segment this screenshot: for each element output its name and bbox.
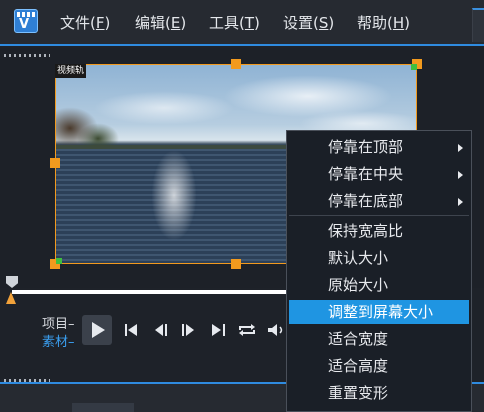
ctx-original-size[interactable]: 原始大小 xyxy=(289,273,469,297)
mode-project-option[interactable]: 项目– xyxy=(42,313,75,332)
ctx-fit-to-screen[interactable]: 调整到屏幕大小 xyxy=(289,300,469,324)
track-label: 视频轨 xyxy=(55,64,87,78)
menu-file-label: 文件 xyxy=(60,14,91,32)
menu-help-label: 帮助 xyxy=(357,14,388,32)
submenu-arrow-icon xyxy=(458,171,463,179)
menu-bar: V 文件(F) 编辑(E) 工具(T) 设置(S) 帮助(H) xyxy=(0,0,484,44)
ctx-keep-aspect-ratio-label: 保持宽高比 xyxy=(328,222,404,240)
menu-accent-line xyxy=(0,44,484,46)
ctx-reset-transform[interactable]: 重置变形 xyxy=(289,381,469,405)
repeat-icon xyxy=(239,324,255,336)
preview-sun-reflection xyxy=(144,149,204,263)
mode-clip-label: 素材 xyxy=(42,335,69,350)
ctx-dock-center[interactable]: 停靠在中央 xyxy=(289,162,469,186)
resize-handle-top[interactable] xyxy=(231,59,241,69)
preview-context-menu: 停靠在顶部 停靠在中央 停靠在底部 保持宽高比 默认大小 原始大小 调整到屏幕大… xyxy=(286,130,472,412)
volume-button[interactable] xyxy=(264,318,286,342)
menu-help[interactable]: 帮助(H) xyxy=(357,12,410,33)
distort-handle-bottom-left[interactable] xyxy=(56,258,62,264)
menu-settings-label: 设置 xyxy=(283,14,314,32)
ctx-dock-center-label: 停靠在中央 xyxy=(328,165,404,183)
go-to-end-button[interactable] xyxy=(208,318,230,342)
play-icon xyxy=(92,322,105,338)
menu-settings[interactable]: 设置(S) xyxy=(283,12,334,33)
distort-handle-top-right[interactable] xyxy=(411,64,417,70)
ctx-dock-top[interactable]: 停靠在顶部 xyxy=(289,135,469,159)
app-logo-icon[interactable]: V xyxy=(14,9,38,33)
scrubber-bar[interactable] xyxy=(12,290,292,294)
menu-tools-label: 工具 xyxy=(209,14,240,32)
ctx-fit-width-label: 适合宽度 xyxy=(328,330,389,348)
ctx-fit-width[interactable]: 适合宽度 xyxy=(289,327,469,351)
preview-trees xyxy=(56,97,126,149)
preview-grip-handle[interactable] xyxy=(4,54,50,57)
menu-edit-label: 编辑 xyxy=(135,14,166,32)
go-to-start-icon xyxy=(125,324,137,336)
menu-help-accel: H xyxy=(392,14,405,32)
volume-icon xyxy=(268,324,283,336)
resize-handle-left[interactable] xyxy=(50,158,60,168)
ctx-original-size-label: 原始大小 xyxy=(328,276,389,294)
side-panel-tab[interactable] xyxy=(472,8,484,42)
ctx-fit-to-screen-label: 调整到屏幕大小 xyxy=(328,303,434,321)
ctx-keep-aspect-ratio[interactable]: 保持宽高比 xyxy=(289,219,469,243)
logo-letter: V xyxy=(19,17,30,32)
ctx-dock-bottom[interactable]: 停靠在底部 xyxy=(289,189,469,213)
play-button[interactable] xyxy=(82,315,112,345)
ctx-default-size-label: 默认大小 xyxy=(328,249,389,267)
ctx-default-size[interactable]: 默认大小 xyxy=(289,246,469,270)
mode-clip-option[interactable]: 素材– xyxy=(42,331,75,350)
previous-frame-button[interactable] xyxy=(151,318,173,342)
ctx-dock-bottom-label: 停靠在底部 xyxy=(328,192,404,210)
ctx-separator xyxy=(289,215,469,216)
ctx-fit-height-label: 适合高度 xyxy=(328,357,389,375)
ctx-dock-top-label: 停靠在顶部 xyxy=(328,138,404,156)
timeline-view-tab[interactable] xyxy=(72,403,134,412)
menu-edit[interactable]: 编辑(E) xyxy=(135,12,186,33)
menu-edit-accel: E xyxy=(170,14,181,32)
go-to-end-icon xyxy=(212,324,225,336)
submenu-arrow-icon xyxy=(458,198,463,206)
menu-file[interactable]: 文件(F) xyxy=(60,12,110,33)
previous-frame-icon xyxy=(155,324,167,336)
repeat-button[interactable] xyxy=(236,318,258,342)
menu-settings-accel: S xyxy=(318,14,329,32)
ctx-reset-transform-label: 重置变形 xyxy=(328,384,389,402)
ctx-fit-height[interactable]: 适合高度 xyxy=(289,354,469,378)
menu-file-accel: F xyxy=(95,14,105,32)
menu-tools-accel: T xyxy=(244,14,255,32)
next-frame-button[interactable] xyxy=(177,318,199,342)
submenu-arrow-icon xyxy=(458,144,463,152)
go-to-start-button[interactable] xyxy=(120,318,142,342)
mode-project-label: 项目 xyxy=(42,317,69,332)
resize-handle-bottom[interactable] xyxy=(231,259,241,269)
next-frame-icon xyxy=(182,324,194,336)
menu-tools[interactable]: 工具(T) xyxy=(209,12,260,33)
